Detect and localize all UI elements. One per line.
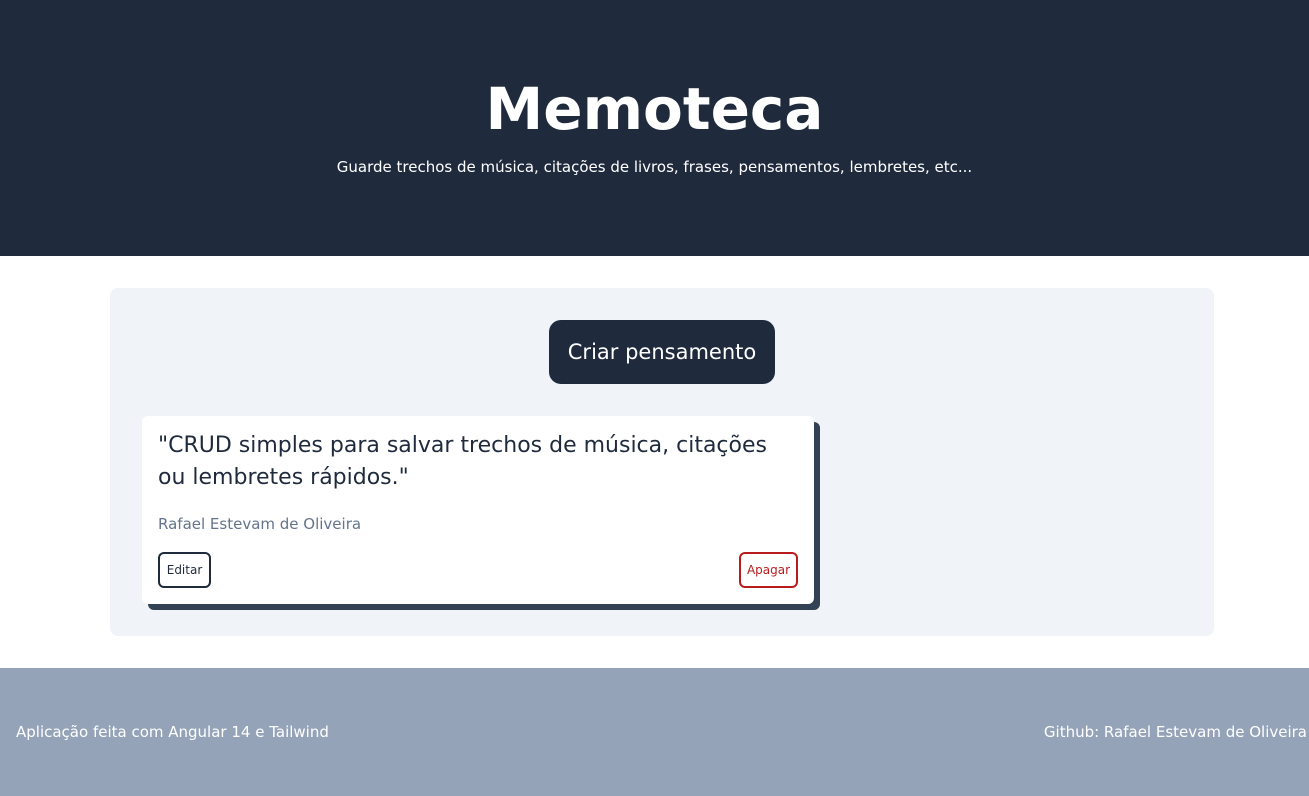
footer-credit: Aplicação feita com Angular 14 e Tailwin… bbox=[16, 723, 329, 741]
edit-button[interactable]: Editar bbox=[158, 552, 211, 588]
create-thought-button[interactable]: Criar pensamento bbox=[549, 320, 775, 384]
thoughts-panel: Criar pensamento "CRUD simples para salv… bbox=[110, 288, 1214, 636]
page-footer: Aplicação feita com Angular 14 e Tailwin… bbox=[0, 668, 1309, 796]
thought-quote: "CRUD simples para salvar trechos de mús… bbox=[158, 433, 767, 490]
footer-github-link[interactable]: Github: Rafael Estevam de Oliveira bbox=[1044, 722, 1307, 742]
page-header: Memoteca Guarde trechos de música, citaç… bbox=[0, 0, 1309, 256]
delete-button[interactable]: Apagar bbox=[739, 552, 798, 588]
app-title: Memoteca bbox=[485, 75, 824, 143]
app-subtitle: Guarde trechos de música, citações de li… bbox=[336, 158, 973, 176]
thought-card: "CRUD simples para salvar trechos de mús… bbox=[142, 416, 814, 604]
thought-author: Rafael Estevam de Oliveira bbox=[158, 515, 362, 533]
